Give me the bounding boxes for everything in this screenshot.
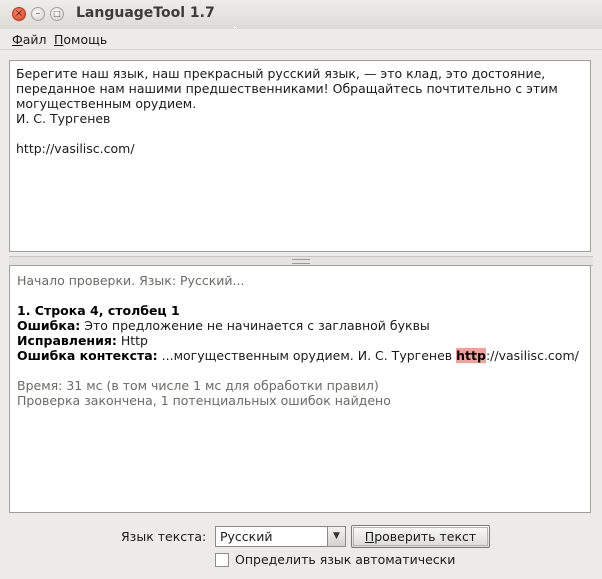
context-label: Ошибка контекста: [17, 348, 158, 363]
language-label: Язык текста: [121, 529, 207, 544]
window-title: LanguageTool 1.7 [76, 5, 215, 21]
start-status-text: Начало проверки. Язык: Русский... [17, 273, 245, 288]
error-label: Ошибка: [17, 318, 81, 333]
language-select[interactable]: Русский ▼ [215, 526, 346, 547]
splitter-grip-icon[interactable] [292, 259, 310, 264]
check-button-label: роверить текст [374, 529, 477, 544]
summary-text: Проверка закончена, 1 потенциальных ошиб… [17, 393, 391, 408]
auto-detect-checkbox[interactable] [215, 553, 229, 567]
menu-file-label: айл [22, 32, 47, 47]
error-position-heading: 1. Строка 4, столбец 1 [17, 303, 180, 318]
close-window-button[interactable]: × [12, 7, 26, 21]
title-bar: × – □ LanguageTool 1.7 [0, 0, 602, 29]
timing-text: Время: 31 мс (в том числе 1 мс для обраб… [17, 378, 379, 393]
check-text-button[interactable]: Проверить текст [351, 525, 490, 548]
menu-file-mnemonic: Ф [12, 32, 23, 47]
auto-detect-label[interactable]: Определить язык автоматически [235, 552, 455, 567]
context-after-text: ://vasilisc.com/ [485, 348, 579, 363]
text-input-area[interactable]: Берегите наш язык, наш прекрасный русски… [9, 60, 591, 252]
check-button-mnemonic: П [364, 529, 375, 544]
context-error-highlight: http [456, 348, 486, 363]
menu-file[interactable]: Файл [12, 32, 47, 47]
menu-help[interactable]: Помощь [54, 32, 107, 47]
maximize-window-button[interactable]: □ [50, 7, 64, 21]
error-message: Это предложение не начинается с заглавно… [80, 318, 430, 333]
results-panel: Начало проверки. Язык: Русский... 1. Стр… [9, 265, 591, 513]
correction-label: Исправления: [17, 333, 117, 348]
menu-bar: Файл Помощь [0, 29, 602, 50]
menu-help-label: омощь [63, 32, 108, 47]
context-before-text: ...могущественным орудием. И. С. Тургене… [157, 348, 457, 363]
language-select-value: Русский [220, 529, 273, 544]
dropdown-arrow-icon[interactable]: ▼ [327, 527, 345, 546]
minimize-window-button[interactable]: – [31, 7, 45, 21]
correction-value: Http [116, 333, 148, 348]
menu-help-mnemonic: П [54, 32, 64, 47]
